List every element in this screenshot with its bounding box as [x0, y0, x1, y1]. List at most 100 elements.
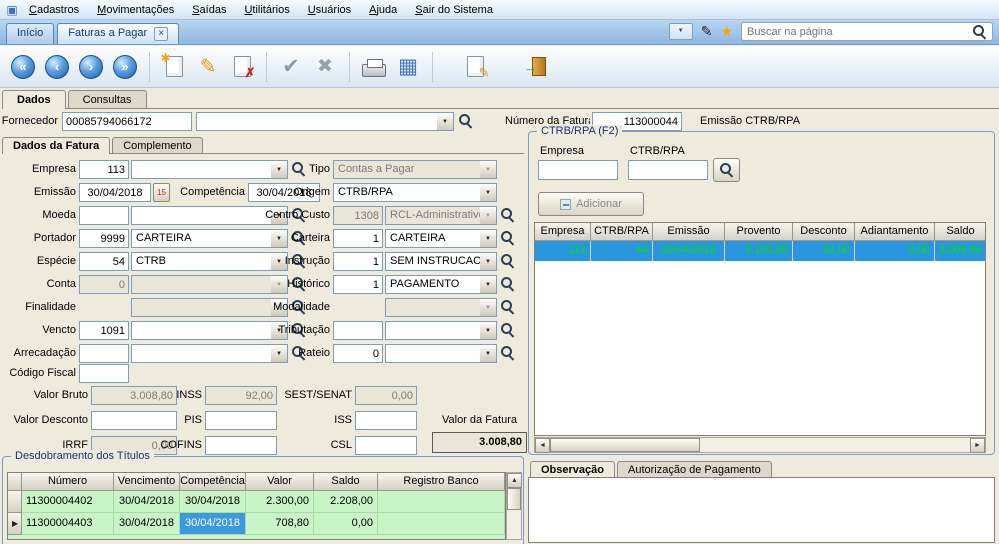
menu-movimentacoes[interactable]: Movimentações: [88, 2, 183, 18]
grid-cell[interactable]: 30/04/2018: [180, 491, 246, 513]
rateio-combo[interactable]: ▼: [385, 344, 497, 363]
tributacao-code-input[interactable]: [333, 321, 383, 340]
grid-cell[interactable]: 0,00: [314, 513, 378, 535]
cancel-button[interactable]: ✖: [308, 49, 342, 85]
table-row[interactable]: 113 44 30/04/2018 3.100,80 92,00 0,00 3.…: [535, 241, 985, 261]
historico-search-icon[interactable]: [501, 277, 515, 291]
grid-cell[interactable]: 113: [535, 241, 591, 261]
csl-input[interactable]: [355, 436, 417, 455]
rateio-search-icon[interactable]: [501, 346, 515, 360]
centro-custo-search-icon[interactable]: [501, 208, 515, 222]
ctrb-rpa-input[interactable]: [628, 160, 708, 180]
chevron-down-icon[interactable]: ▼: [669, 23, 693, 40]
dropdown-icon[interactable]: ▼: [480, 253, 496, 270]
close-icon[interactable]: ×: [154, 27, 168, 41]
instrucao-combo[interactable]: SEM INSTRUCAO▼: [385, 252, 497, 271]
tab-autorizacao-pagamento[interactable]: Autorização de Pagamento: [617, 461, 772, 477]
grid-cell[interactable]: 2.300,00: [246, 491, 314, 513]
iss-input[interactable]: [355, 411, 417, 430]
grid-cell[interactable]: [378, 491, 505, 513]
fornecedor-search-icon[interactable]: [459, 114, 473, 128]
dropdown-icon[interactable]: ▼: [437, 113, 453, 130]
column-header[interactable]: Vencimento: [114, 473, 180, 491]
carteira-search-icon[interactable]: [501, 231, 515, 245]
especie-code-input[interactable]: [79, 252, 129, 271]
carteira-code-input[interactable]: [333, 229, 383, 248]
tab-dados-da-fatura[interactable]: Dados da Fatura: [2, 137, 110, 154]
column-header[interactable]: Adiantamento: [855, 223, 935, 241]
favorite-star-icon[interactable]: ★: [720, 23, 733, 40]
ctrb-lookup-button[interactable]: [713, 158, 740, 182]
menu-saidas[interactable]: Saídas: [183, 2, 235, 18]
grid-cell[interactable]: 30/04/2018: [653, 241, 725, 261]
grid-cell[interactable]: 11300004403: [22, 513, 114, 535]
nav-last-button[interactable]: »: [108, 49, 142, 85]
historico-code-input[interactable]: [333, 275, 383, 294]
column-header[interactable]: Competência: [180, 473, 246, 491]
selected-grid-cell[interactable]: 30/04/2018: [180, 513, 246, 535]
tab-observacao[interactable]: Observação: [530, 461, 615, 478]
scrollbar-thumb[interactable]: [550, 438, 700, 452]
tributacao-combo[interactable]: ▼: [385, 321, 497, 340]
confirm-button[interactable]: ✔: [274, 49, 308, 85]
cofins-input[interactable]: [205, 436, 277, 455]
arrecadacao-code-input[interactable]: [79, 344, 129, 363]
column-header[interactable]: Número: [22, 473, 114, 491]
moeda-code-input[interactable]: [79, 206, 129, 225]
scroll-left-icon[interactable]: ◄: [535, 438, 550, 453]
column-header[interactable]: Valor: [246, 473, 314, 491]
scroll-up-icon[interactable]: ▲: [507, 473, 522, 488]
exit-button[interactable]: →: [522, 49, 556, 85]
column-header[interactable]: Saldo: [314, 473, 378, 491]
column-header[interactable]: Provento: [725, 223, 793, 241]
menu-sair[interactable]: Sair do Sistema: [406, 2, 502, 18]
column-header[interactable]: Emissão: [653, 223, 725, 241]
origem-combo[interactable]: CTRB/RPA▼: [333, 183, 497, 202]
grid-cell[interactable]: 0,00: [855, 241, 935, 261]
grid-cell[interactable]: 30/04/2018: [114, 491, 180, 513]
grid-cell[interactable]: 708,80: [246, 513, 314, 535]
nav-next-button[interactable]: ›: [74, 49, 108, 85]
column-header[interactable]: Empresa: [535, 223, 591, 241]
menu-cadastros[interactable]: Cadastros: [20, 2, 88, 18]
dropdown-icon[interactable]: ▼: [480, 230, 496, 247]
tab-faturas-a-pagar[interactable]: Faturas a Pagar ×: [57, 23, 179, 44]
ctrb-empresa-input[interactable]: [538, 160, 618, 180]
grid-cell[interactable]: 30/04/2018: [114, 513, 180, 535]
empresa-code-input[interactable]: [79, 160, 129, 179]
nav-prev-button[interactable]: ‹: [40, 49, 74, 85]
fornecedor-combo[interactable]: ▼: [196, 112, 454, 131]
dropdown-icon[interactable]: ▼: [480, 184, 496, 201]
table-row[interactable]: ▶ 11300004403 30/04/2018 30/04/2018 708,…: [8, 513, 505, 535]
historico-combo[interactable]: PAGAMENTO▼: [385, 275, 497, 294]
tab-complemento[interactable]: Complemento: [112, 137, 202, 153]
tab-dados[interactable]: Dados: [2, 90, 66, 109]
edit-button[interactable]: ✎: [191, 49, 225, 85]
scrollbar-thumb[interactable]: [507, 488, 521, 510]
grid-cell[interactable]: 3.008,80: [935, 241, 986, 261]
grid-cell[interactable]: 92,00: [793, 241, 855, 261]
grid-cell[interactable]: 11300004402: [22, 491, 114, 513]
column-header[interactable]: CTRB/RPA: [591, 223, 653, 241]
vencto-code-input[interactable]: [79, 321, 129, 340]
menu-usuarios[interactable]: Usuários: [299, 2, 360, 18]
scroll-right-icon[interactable]: ►: [970, 438, 985, 453]
grid-cell[interactable]: 44: [591, 241, 653, 261]
dropdown-icon[interactable]: ▼: [480, 276, 496, 293]
highlighter-icon[interactable]: ✎: [701, 23, 713, 40]
instrucao-search-icon[interactable]: [501, 254, 515, 268]
portador-code-input[interactable]: [79, 229, 129, 248]
form-edit-button[interactable]: ✎: [458, 49, 492, 85]
column-header[interactable]: Desconto: [793, 223, 855, 241]
tab-inicio[interactable]: Início: [6, 23, 54, 44]
menu-utilitarios[interactable]: Utilitários: [235, 2, 298, 18]
dropdown-icon[interactable]: ▼: [480, 322, 496, 339]
delete-button[interactable]: ✗: [225, 49, 259, 85]
print-button[interactable]: [357, 49, 391, 85]
grid-view-button[interactable]: ▦: [391, 49, 425, 85]
scrollbar-track[interactable]: [550, 438, 970, 452]
pis-input[interactable]: [205, 411, 277, 430]
instrucao-code-input[interactable]: [333, 252, 383, 271]
tab-consultas[interactable]: Consultas: [68, 90, 147, 108]
grid-cell[interactable]: 2.208,00: [314, 491, 378, 513]
